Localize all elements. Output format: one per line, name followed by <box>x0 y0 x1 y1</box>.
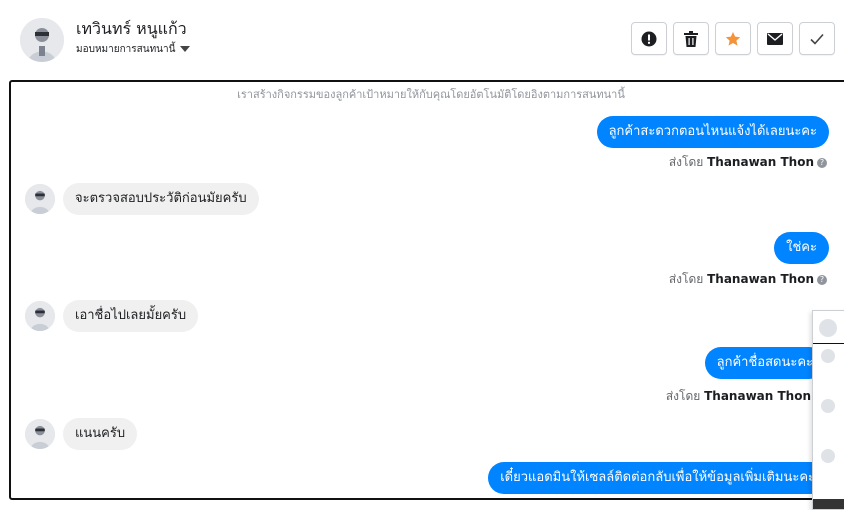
assign-conversation-dropdown[interactable]: มอบหมายการสนทนานี้ <box>76 42 191 57</box>
outgoing-message[interactable]: ลูกค้าสะดวกตอนไหนแจ้งได้เลยนะคะ <box>596 116 829 148</box>
contact-avatar[interactable] <box>20 18 64 62</box>
avatar[interactable] <box>25 301 55 331</box>
avatar[interactable] <box>25 184 55 214</box>
incoming-message[interactable]: เอาชื่อไปเลยมั้ยครับ <box>63 300 199 332</box>
report-button[interactable] <box>631 22 667 55</box>
incoming-message[interactable]: จะตรวจสอบประวัติก่อนมัยครับ <box>63 183 259 215</box>
trash-icon <box>684 30 698 47</box>
help-icon[interactable]: ? <box>817 274 827 285</box>
agent-name[interactable]: Thanawan Thon <box>704 389 811 403</box>
assign-label: มอบหมายการสนทนานี้ <box>76 44 176 55</box>
outgoing-message[interactable]: ลูกค้าชื่อสดนะคะ <box>704 347 825 379</box>
panel-footer <box>813 499 844 509</box>
mark-done-button[interactable] <box>799 22 835 55</box>
avatar[interactable] <box>821 349 835 363</box>
message-text: ลูกค้าชื่อสดนะคะ <box>716 355 813 370</box>
message-text: ลูกค้าสะดวกตอนไหนแจ้งได้เลยนะคะ <box>608 124 817 139</box>
sent-by-prefix: ส่งโดย <box>665 389 701 403</box>
incoming-message-row: แนนครับ <box>25 418 138 450</box>
divider <box>813 343 844 344</box>
conversation-header: เทวินทร์ หนูแก้ว มอบหมายการสนทนานี้ <box>0 0 844 80</box>
sent-by-prefix: ส่งโดย <box>668 272 704 286</box>
agent-name[interactable]: Thanawan Thon <box>707 155 814 169</box>
action-toolbar <box>631 22 835 55</box>
outgoing-message[interactable]: เดี๋ยวแอดมินให้เซลล์ติดต่อกลับเพื่อให้ข้… <box>488 462 827 494</box>
star-icon <box>725 31 741 46</box>
avatar[interactable] <box>819 319 837 337</box>
agent-name[interactable]: Thanawan Thon <box>707 272 814 286</box>
star-button[interactable] <box>715 22 751 55</box>
message-thread[interactable]: เราสร้างกิจกรรมของลูกค้าเป้าหมายให้กับคุ… <box>9 80 844 500</box>
report-icon <box>641 31 657 46</box>
check-icon <box>810 33 824 45</box>
message-text: ใช่คะ <box>786 240 817 255</box>
contact-name: เทวินทร์ หนูแก้ว <box>76 19 187 38</box>
sent-by-line: ส่งโดย Thanawan Thon <box>666 387 811 406</box>
avatar[interactable] <box>821 399 835 413</box>
sent-by-prefix: ส่งโดย <box>668 155 704 169</box>
outgoing-message[interactable]: ใช่คะ <box>774 232 829 264</box>
mail-icon <box>767 32 783 45</box>
chat-heads-panel[interactable] <box>812 310 844 510</box>
message-button[interactable] <box>757 22 793 55</box>
incoming-message-row: เอาชื่อไปเลยมั้ยครับ <box>25 300 199 332</box>
incoming-message-row: จะตรวจสอบประวัติก่อนมัยครับ <box>25 183 259 215</box>
sent-by-line: ส่งโดย Thanawan Thon? <box>669 270 827 289</box>
message-text: เดี๋ยวแอดมินให้เซลล์ติดต่อกลับเพื่อให้ข้… <box>500 470 815 485</box>
auto-activity-notice: เราสร้างกิจกรรมของลูกค้าเป้าหมายให้กับคุ… <box>237 88 625 101</box>
help-icon[interactable]: ? <box>817 157 827 168</box>
avatar[interactable] <box>821 449 835 463</box>
avatar[interactable] <box>25 419 55 449</box>
incoming-message[interactable]: แนนครับ <box>63 418 138 450</box>
chevron-down-icon <box>180 46 191 52</box>
delete-button[interactable] <box>673 22 709 55</box>
sent-by-line: ส่งโดย Thanawan Thon? <box>669 153 827 172</box>
